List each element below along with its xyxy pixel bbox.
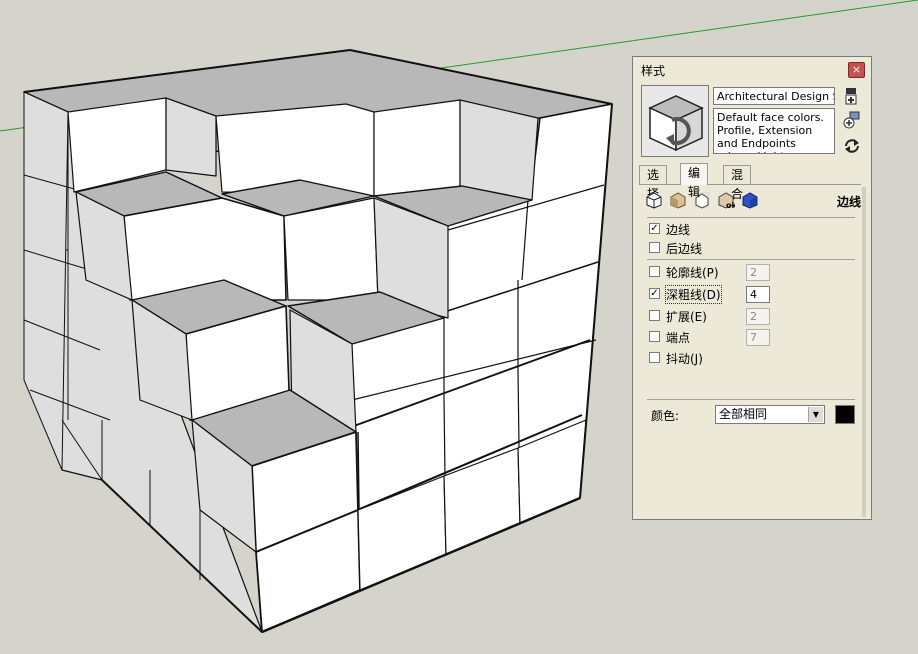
modeling-settings-icon[interactable] xyxy=(741,191,759,209)
style-thumbnail[interactable] xyxy=(641,85,709,157)
chevron-down-icon[interactable]: ▼ xyxy=(808,407,823,422)
separator xyxy=(647,259,855,260)
cube-face xyxy=(283,197,379,301)
tab-edit[interactable]: 编辑 xyxy=(680,163,709,199)
color-label: 颜色: xyxy=(651,409,680,423)
style-description-field[interactable]: Default face colors. Profile, Extension … xyxy=(713,108,835,154)
panel-scrollbar[interactable] xyxy=(862,187,866,517)
extension-length-input[interactable]: 2 xyxy=(746,308,770,325)
endpoints-length-input[interactable]: 7 xyxy=(746,329,770,346)
close-button[interactable]: × xyxy=(848,62,865,78)
separator xyxy=(647,399,855,400)
depth-cue-width-input[interactable]: 4 xyxy=(746,286,770,303)
depth-cue-label: 深粗线(D) xyxy=(665,285,722,304)
tab-select[interactable]: 选择 xyxy=(639,165,668,201)
tab-mix[interactable]: 混合 xyxy=(723,165,752,201)
edges-label: 边线 xyxy=(666,223,691,237)
color-mode-value: 全部相同 xyxy=(719,407,768,421)
extension-label: 扩展(E) xyxy=(666,310,707,324)
color-mode-select[interactable]: 全部相同 ▼ xyxy=(715,405,825,424)
tab-divider xyxy=(639,184,861,185)
profiles-width-input[interactable]: 2 xyxy=(746,264,770,281)
face-settings-icon[interactable] xyxy=(669,191,687,209)
profiles-label: 轮廓线(P) xyxy=(666,266,719,280)
edge-color-swatch[interactable] xyxy=(835,405,855,424)
cube-face xyxy=(373,99,461,197)
edge-settings-icon[interactable] xyxy=(645,191,663,209)
jitter-checkbox[interactable] xyxy=(649,352,660,363)
section-title: 边线 xyxy=(836,195,861,209)
panel-titlebar[interactable]: 样式 × xyxy=(633,57,871,81)
svg-text:ok: ok xyxy=(726,201,735,209)
cube-face xyxy=(459,99,539,201)
create-style-icon[interactable] xyxy=(843,87,861,105)
watermark-settings-icon[interactable]: ok xyxy=(717,191,737,210)
jitter-label: 抖动(J) xyxy=(666,352,703,366)
refresh-icon[interactable] xyxy=(843,137,861,155)
profiles-checkbox[interactable] xyxy=(649,266,660,277)
update-style-paint-icon[interactable] xyxy=(843,111,861,129)
depth-cue-checkbox[interactable]: ✓ xyxy=(649,288,660,299)
extension-checkbox[interactable] xyxy=(649,310,660,321)
edges-checkbox[interactable]: ✓ xyxy=(649,223,660,234)
back-edges-label: 后边线 xyxy=(666,242,703,256)
style-name-field[interactable]: Architectural Design Style xyxy=(713,87,835,105)
endpoints-checkbox[interactable] xyxy=(649,331,660,342)
back-edges-checkbox[interactable] xyxy=(649,242,660,253)
styles-panel: 样式 × Architectural Design Style Default … xyxy=(632,56,872,520)
separator xyxy=(647,217,855,218)
stepped-cube-model[interactable] xyxy=(23,49,613,634)
left-face-strip xyxy=(23,91,69,471)
endpoints-label: 端点 xyxy=(666,331,691,345)
panel-title: 样式 xyxy=(641,64,666,78)
